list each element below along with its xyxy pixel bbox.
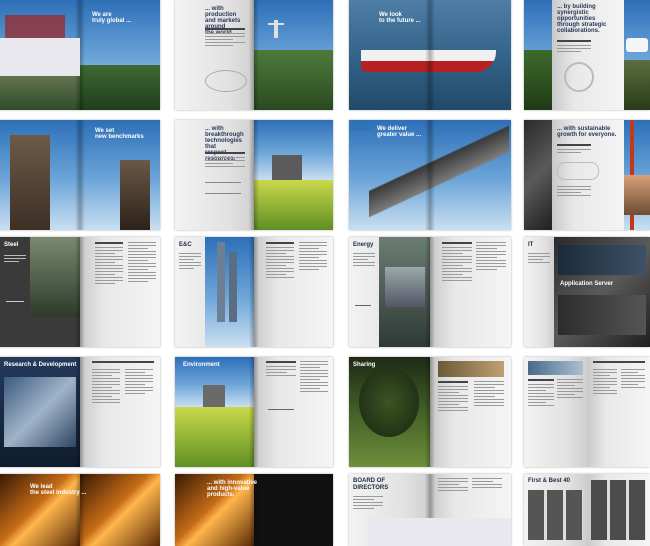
blank-block [367,518,511,546]
factory-photo [272,155,302,180]
headline-sustainable: ... with sustainable growth for everyone. [557,126,617,138]
section-sharing: Sharing [353,362,376,368]
spread-2-2: ... with breakthrough technologies that re… [175,120,333,230]
spread-1-3: We look to the future ... [349,0,511,110]
bar-chart-icon [355,295,371,306]
headline-future: We look to the future ... [379,12,421,24]
steel-plant-photo [10,135,50,230]
tree-photo [359,367,419,437]
spread-1-4: ... by building synergistic opportunities t… [524,0,650,110]
spread-1-2: ... with productionand markets aroundthe… [175,0,333,110]
section-it: IT [528,242,534,248]
spread-5-2: ... with innovative and high-value product… [175,474,333,546]
spread-3-1: Steel [0,237,160,347]
road-photo [0,70,80,110]
volunteers-photo [438,361,504,377]
palm-trees-photo [80,65,160,110]
photo-grid [591,480,646,540]
section-ec: E&C [179,242,192,248]
section-energy: Energy [353,242,374,248]
headline-innovative: ... with innovative and high-value product… [207,480,258,498]
people-photo [624,175,650,215]
section-rd: Research & Development [4,362,77,368]
bar-chart-icon [6,287,24,302]
plant-in-field-photo [203,385,225,407]
spread-4-2: Environment [175,357,333,467]
section-board: BOARD OF DIRECTORS [353,478,389,491]
headline-synergy: ... by building synergistic opportunities t… [557,4,607,34]
spread-5-4: First & Best 40 [524,474,650,546]
spread-4-4 [524,357,650,467]
spread-2-3: We deliver greater value ... [349,120,511,230]
it-banner: Application Server [560,281,614,287]
server-room-photo [558,245,646,275]
section-environment: Environment [183,362,220,368]
headline-global: We are truly global ... [92,12,132,24]
spread-3-2: E&C [175,237,333,347]
blank-block [0,38,80,76]
workers-photo [4,377,76,447]
circular-diagram [564,62,594,92]
vehicle-photo [626,38,648,52]
headline-lead: We lead the steel industry ... [30,484,87,496]
process-diagram [205,182,241,194]
spread-3-4: IT Application Server [524,237,650,347]
growth-diagram [557,162,599,180]
power-plant-photo [385,267,425,307]
spread-4-3: Sharing [349,357,511,467]
headline-benchmarks: We set new benchmarks [95,128,144,140]
section-tag [351,123,373,130]
steel-photo [30,237,80,317]
section-first-best: First & Best 40 [528,478,571,484]
section-steel: Steel [4,242,19,248]
spread-5-3: BOARD OF DIRECTORS [349,474,511,546]
photo-grid [528,490,583,540]
spread-5-1: We lead the steel industry ... [0,474,160,546]
towers-photo [217,242,225,322]
spread-3-3: Energy [349,237,511,347]
spread-4-1: Research & Development [0,357,160,467]
spread-2-4: ... with sustainable growth for everyone. [524,120,650,230]
bar-chart-icon [268,387,294,410]
spread-2-1: We set new benchmarks [0,120,160,230]
world-map-diagram [205,70,247,92]
community-photo [528,361,583,375]
headline-value: We deliver greater value ... [377,126,422,138]
spread-1-1: We are truly global ... [0,0,160,110]
